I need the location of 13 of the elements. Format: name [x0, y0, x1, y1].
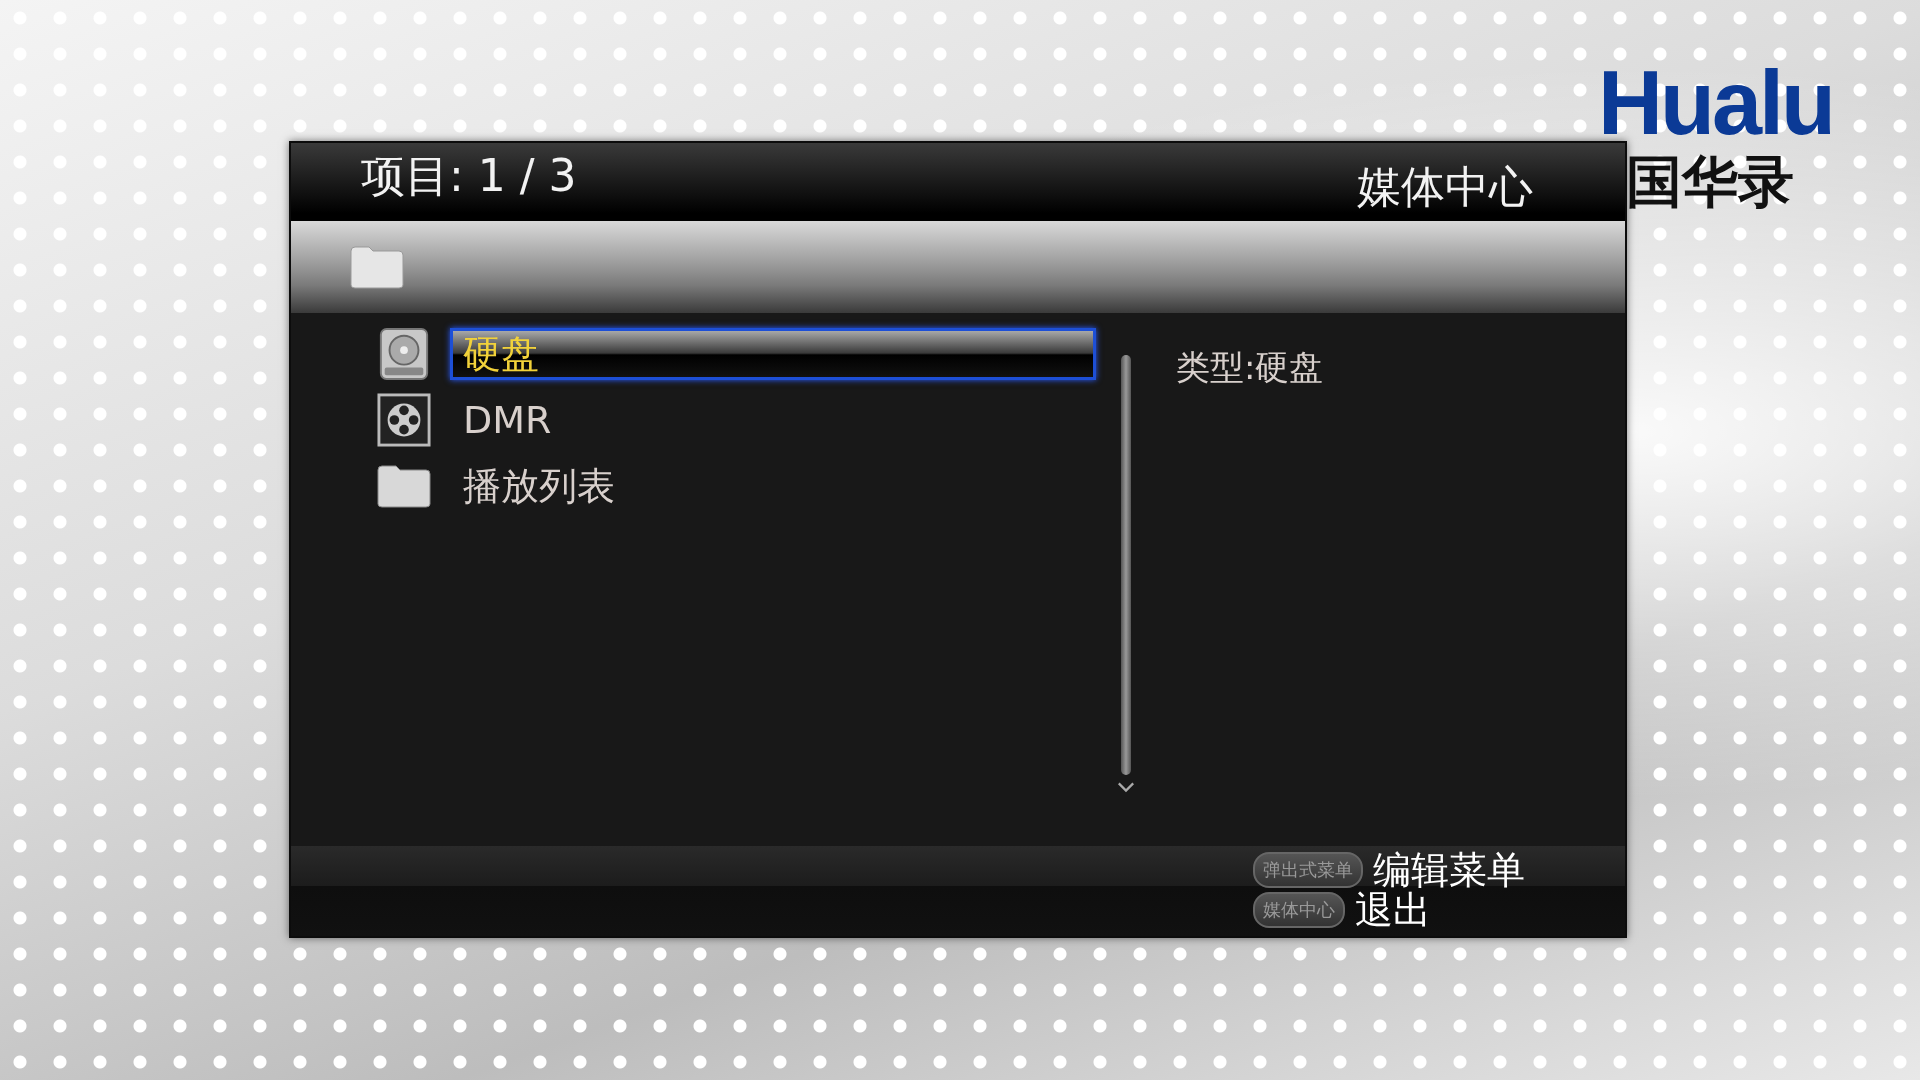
list-item[interactable]: 硬盘 — [450, 328, 1096, 380]
film-reel-icon — [376, 393, 432, 447]
folder-icon — [349, 245, 405, 289]
item-counter: 项目: 1 / 3 — [361, 148, 577, 203]
brand-name-text: 国华录 — [1626, 148, 1794, 216]
item-type-text: 类型:硬盘 — [1175, 346, 1324, 389]
remote-key-label: 弹出式菜单 — [1253, 852, 1363, 888]
list-item[interactable]: DMR — [450, 394, 1096, 446]
brand-logo-text: Hualu — [1598, 58, 1833, 148]
list-item[interactable]: 播放列表 — [450, 460, 1096, 512]
remote-key-label: 媒体中心 — [1253, 892, 1345, 928]
chevron-down-icon — [1117, 781, 1135, 793]
window-title: 媒体中心 — [1357, 159, 1533, 214]
